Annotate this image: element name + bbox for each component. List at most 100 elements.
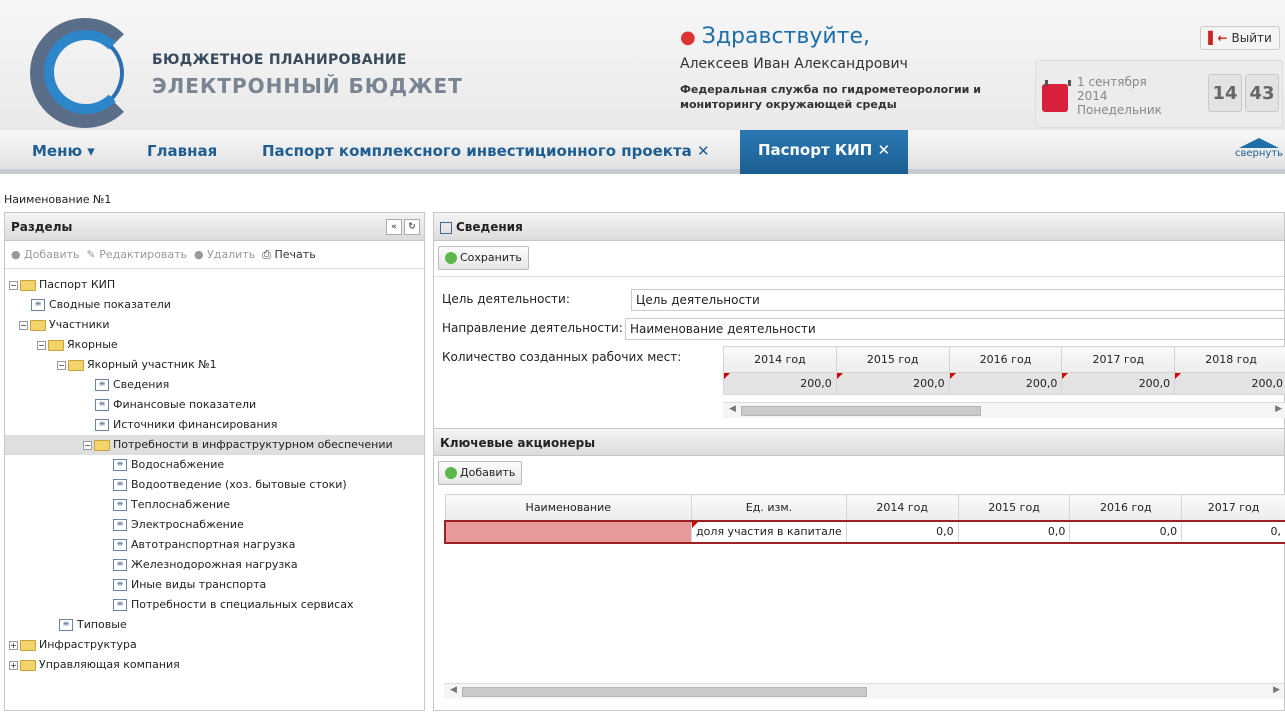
save-button[interactable]: Сохранить <box>438 246 529 270</box>
scroll-right-icon-2[interactable]: ▶ <box>1273 685 1280 695</box>
tab-kip-passport[interactable]: Паспорт КИП ✕ <box>740 130 908 174</box>
direction-field[interactable]: Наименование деятельности <box>625 318 1285 340</box>
tree-item[interactable]: ≡ Теплоснабжение <box>113 495 230 515</box>
jobs-cell[interactable]: 200,0 <box>835 372 950 395</box>
tree-item[interactable]: ≡ Железнодорожная нагрузка <box>113 555 298 575</box>
shareholder-cell[interactable]: доля участия в капитале <box>691 519 847 544</box>
document-icon: ≡ <box>31 299 45 311</box>
shareholders-scrollbar[interactable]: ◀ ▶ <box>444 683 1284 699</box>
tree-item[interactable]: ≡ Финансовые показатели <box>95 395 256 415</box>
logout-icon: ▌← <box>1208 31 1228 45</box>
header: БЮДЖЕТНОЕ ПЛАНИРОВАНИЕ ЭЛЕКТРОННЫЙ БЮДЖЕ… <box>0 0 1285 130</box>
tree-item[interactable]: − Паспорт КИП <box>9 275 115 295</box>
shareholder-cell[interactable]: 0,0 <box>957 519 1071 544</box>
close-icon[interactable]: ✕ <box>697 142 710 160</box>
tab-kip-passport-full[interactable]: Паспорт комплексного инвестиционного про… <box>262 142 710 160</box>
tree-item[interactable]: − Якорный участник №1 <box>57 355 217 375</box>
scroll-left-icon-2[interactable]: ◀ <box>450 685 457 695</box>
logo-subtitle: ЭЛЕКТРОННЫЙ БЮДЖЕТ <box>152 74 463 98</box>
modified-marker <box>836 373 843 379</box>
details-icon <box>440 221 452 234</box>
tree-item[interactable]: ≡ Типовые <box>59 615 127 635</box>
tree-item[interactable]: + Управляющая компания <box>9 655 180 675</box>
shareholder-cell[interactable] <box>444 519 692 544</box>
tree-item-label: Потребности в инфраструктурном обеспечен… <box>113 438 393 451</box>
scroll-thumb-2[interactable] <box>462 687 867 697</box>
add-label: Добавить <box>24 248 80 261</box>
sections-header: Разделы «↻ <box>5 213 424 241</box>
column-header[interactable]: 2015 год <box>957 494 1071 521</box>
date-year: 2014 <box>1077 89 1108 103</box>
table-row[interactable]: доля участия в капитале 0,0 0,0 0,0 0, <box>444 519 1285 544</box>
tree-item[interactable]: + Инфраструктура <box>9 635 137 655</box>
print-button[interactable]: ⎙ Печать <box>262 248 315 261</box>
year-header[interactable]: 2017 год <box>1061 346 1176 373</box>
column-header[interactable]: 2014 год <box>845 494 959 521</box>
tree-item[interactable]: − Потребности в инфраструктурном обеспече… <box>83 435 393 455</box>
tree-item[interactable]: ≡ Источники финансирования <box>95 415 277 435</box>
scroll-left-icon[interactable]: ◀ <box>729 404 736 414</box>
date-text: 1 сентября 2014 Понедельник <box>1077 75 1162 117</box>
column-header[interactable]: Ед. изм. <box>691 494 847 521</box>
tree-item[interactable]: ≡ Потребности в специальных сервисах <box>113 595 353 615</box>
expand-toggle-icon[interactable]: − <box>83 440 92 450</box>
expand-toggle-icon[interactable]: − <box>37 340 46 350</box>
tree-item-label: Якорные <box>67 338 118 351</box>
nav-home[interactable]: Главная <box>147 142 217 160</box>
tree-item-label: Управляющая компания <box>39 658 180 671</box>
add-shareholder-button[interactable]: Добавить <box>438 461 523 485</box>
document-icon: ≡ <box>59 619 73 631</box>
tree-item[interactable]: − Участники <box>19 315 110 335</box>
delete-button[interactable]: ● Удалить <box>194 248 255 261</box>
jobs-scrollbar[interactable]: ◀ ▶ <box>723 402 1285 418</box>
column-header[interactable]: 2016 год <box>1069 494 1183 521</box>
greeting-text: Здравствуйте, <box>701 24 870 49</box>
tree-item[interactable]: ≡ Водоснабжение <box>113 455 224 475</box>
expand-toggle-icon[interactable]: + <box>9 640 18 650</box>
tree-item[interactable]: ≡ Автотранспортная нагрузка <box>113 535 295 555</box>
tree-item-label: Потребности в специальных сервисах <box>131 598 354 611</box>
edit-button[interactable]: ✎ Редактировать <box>86 248 187 261</box>
logo-emblem-inner <box>44 30 128 114</box>
document-icon: ≡ <box>95 399 109 411</box>
collapse-panel-icon[interactable]: « <box>386 219 402 235</box>
tree-item[interactable]: ≡ Сводные показатели <box>31 295 171 315</box>
folder-icon <box>20 659 36 671</box>
menu-button[interactable]: Меню ▾ <box>32 142 95 160</box>
jobs-row: 200,0 200,0 200,0 200,0 200,0 <box>723 372 1285 395</box>
modified-marker <box>692 521 699 528</box>
folder-icon <box>48 339 64 351</box>
tree-item[interactable]: ≡ Водоотведение (хоз. бытовые стоки) <box>113 475 347 495</box>
year-header[interactable]: 2015 год <box>835 346 950 373</box>
expand-toggle-icon[interactable]: − <box>57 360 66 370</box>
scroll-right-icon[interactable]: ▶ <box>1275 404 1282 414</box>
year-header[interactable]: 2014 год <box>723 346 837 373</box>
logout-button[interactable]: ▌← Выйти <box>1200 26 1280 50</box>
goal-field[interactable]: Цель деятельности <box>631 289 1285 311</box>
add-button[interactable]: ● Добавить <box>11 248 79 261</box>
year-header[interactable]: 2018 год <box>1174 346 1285 373</box>
collapse-button[interactable]: свернуть <box>1235 138 1283 159</box>
tree-item[interactable]: − Якорные <box>37 335 118 355</box>
shareholder-cell[interactable]: 0,0 <box>845 519 959 544</box>
jobs-cell[interactable]: 200,0 <box>948 372 1063 395</box>
expand-toggle-icon[interactable]: − <box>9 280 18 290</box>
tree-item[interactable]: ≡ Иные виды транспорта <box>113 575 266 595</box>
jobs-cell[interactable]: 200,0 <box>1174 372 1285 395</box>
expand-toggle-icon[interactable]: − <box>19 320 28 330</box>
save-icon <box>445 252 457 264</box>
expand-toggle-icon[interactable]: + <box>9 660 18 670</box>
tree-item[interactable]: ≡ Сведения <box>95 375 169 395</box>
jobs-cell[interactable]: 200,0 <box>723 372 837 395</box>
refresh-icon[interactable]: ↻ <box>404 219 420 235</box>
year-header[interactable]: 2016 год <box>948 346 1063 373</box>
tree-item-label: Источники финансирования <box>113 418 278 431</box>
column-header[interactable]: Наименование <box>444 494 693 521</box>
cell-value: 0,0 <box>936 525 954 538</box>
jobs-cell[interactable]: 200,0 <box>1061 372 1176 395</box>
scroll-thumb[interactable] <box>741 406 981 416</box>
tree-item[interactable]: ≡ Электроснабжение <box>113 515 244 535</box>
column-header[interactable]: 2017 год <box>1181 494 1285 521</box>
shareholder-cell[interactable]: 0,0 <box>1069 519 1183 544</box>
shareholder-cell[interactable]: 0, <box>1181 519 1285 544</box>
